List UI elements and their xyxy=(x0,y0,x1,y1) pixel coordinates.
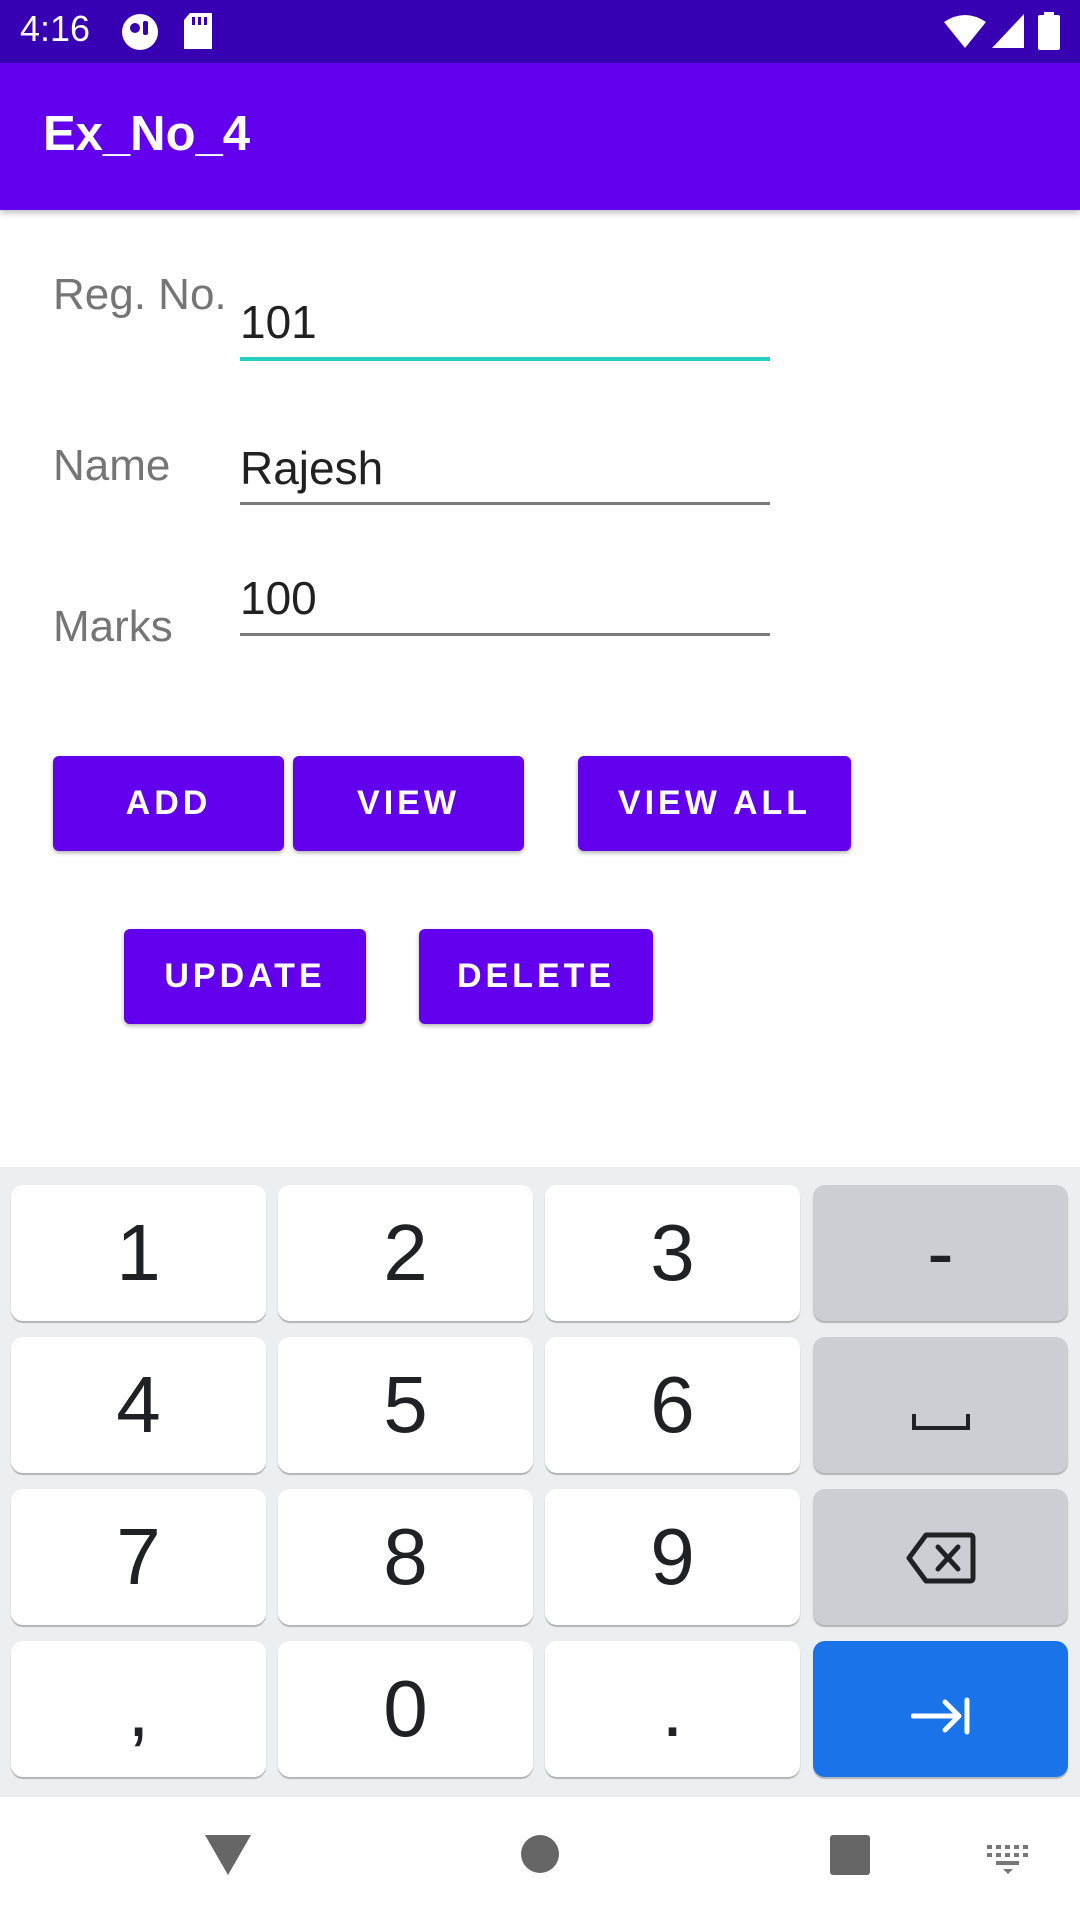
next-field-icon xyxy=(910,1663,971,1755)
battery-icon xyxy=(1038,12,1060,54)
name-field[interactable]: Rajesh xyxy=(240,441,770,507)
view-all-button[interactable]: VIEW ALL xyxy=(578,756,851,851)
marks-value: 100 xyxy=(240,572,317,624)
key-5[interactable]: 5 xyxy=(278,1337,533,1473)
status-bar: 4:16 xyxy=(0,0,1080,63)
backspace-icon xyxy=(906,1511,976,1603)
name-underline xyxy=(240,502,770,505)
name-label: Name xyxy=(53,441,171,490)
notification-app-icon xyxy=(120,12,160,56)
keyboard-switch-icon[interactable] xyxy=(987,1845,1029,1879)
update-button[interactable]: UPDATE xyxy=(124,929,366,1024)
key-7[interactable]: 7 xyxy=(11,1489,266,1625)
reg-no-label: Reg. No. xyxy=(53,270,227,319)
key-space[interactable] xyxy=(813,1337,1068,1473)
app-bar: Ex_No_4 xyxy=(0,63,1080,210)
app-title: Ex_No_4 xyxy=(43,107,251,161)
key-6[interactable]: 6 xyxy=(545,1337,800,1473)
space-icon xyxy=(911,1359,971,1451)
key-2[interactable]: 2 xyxy=(278,1185,533,1321)
numeric-keyboard: 1 2 3 - 4 5 6 7 8 9 , 0 . xyxy=(0,1167,1080,1797)
marks-underline xyxy=(240,633,770,636)
key-1[interactable]: 1 xyxy=(11,1185,266,1321)
reg-no-underline xyxy=(240,357,770,361)
recents-icon[interactable] xyxy=(830,1835,870,1879)
back-icon[interactable] xyxy=(205,1835,251,1879)
delete-button[interactable]: DELETE xyxy=(419,929,653,1024)
sd-card-icon xyxy=(182,12,214,54)
key-next[interactable] xyxy=(813,1641,1068,1777)
marks-field[interactable]: 100 xyxy=(240,571,770,637)
home-icon[interactable] xyxy=(520,1834,560,1878)
navigation-bar xyxy=(0,1797,1080,1920)
key-9[interactable]: 9 xyxy=(545,1489,800,1625)
view-button[interactable]: VIEW xyxy=(293,756,524,851)
key-4[interactable]: 4 xyxy=(11,1337,266,1473)
cellular-signal-icon xyxy=(992,14,1024,52)
reg-no-value: 101 xyxy=(240,296,317,348)
key-comma[interactable]: , xyxy=(11,1641,266,1777)
key-8[interactable]: 8 xyxy=(278,1489,533,1625)
status-time: 4:16 xyxy=(20,8,91,49)
reg-no-field[interactable]: 101 xyxy=(240,295,770,365)
key-3[interactable]: 3 xyxy=(545,1185,800,1321)
key-period[interactable]: . xyxy=(545,1641,800,1777)
key-backspace[interactable] xyxy=(813,1489,1068,1625)
marks-label: Marks xyxy=(53,602,173,651)
name-value: Rajesh xyxy=(240,442,384,494)
add-button[interactable]: ADD xyxy=(53,756,284,851)
wifi-icon xyxy=(944,14,986,52)
key-0[interactable]: 0 xyxy=(278,1641,533,1777)
key-minus[interactable]: - xyxy=(813,1185,1068,1321)
